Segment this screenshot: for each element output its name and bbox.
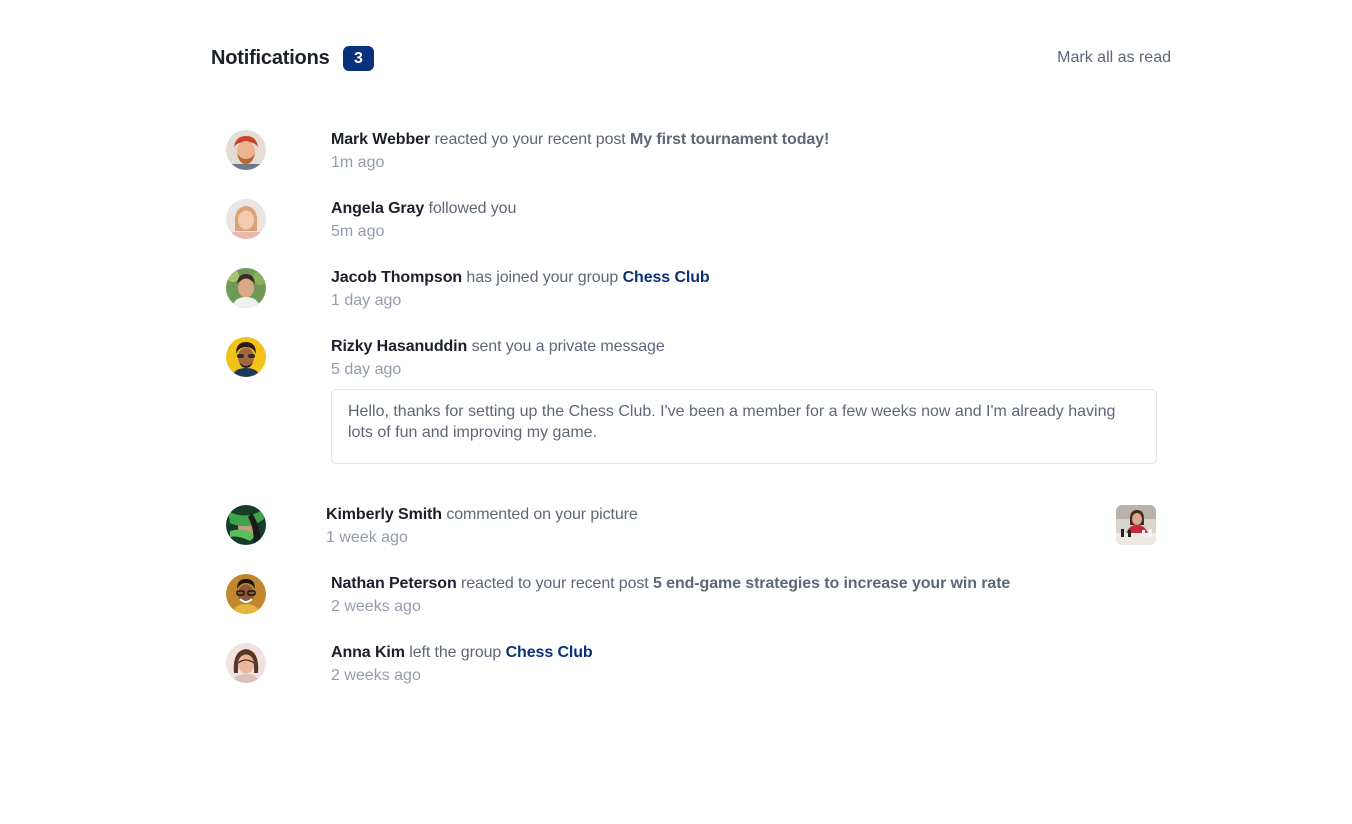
action-text: reacted yo your recent post xyxy=(434,131,626,148)
chess-picture-icon xyxy=(1116,505,1156,545)
user-name-link[interactable]: Rizky Hasanuddin xyxy=(331,338,467,355)
notifications-header: Notifications 3 Mark all as read xyxy=(211,44,1171,74)
user-avatar-icon[interactable] xyxy=(226,268,266,308)
group-link[interactable]: Chess Club xyxy=(506,644,593,661)
post-link[interactable]: 5 end-game strategies to increase your w… xyxy=(653,575,1010,592)
user-name-link[interactable]: Anna Kim xyxy=(331,644,405,661)
private-message-preview[interactable]: Hello, thanks for setting up the Chess C… xyxy=(331,389,1157,464)
action-text: has joined your group xyxy=(466,269,619,286)
user-name-link[interactable]: Mark Webber xyxy=(331,131,430,148)
notification-text: Jacob Thompson has joined your group Che… xyxy=(331,269,710,287)
user-avatar-icon[interactable] xyxy=(226,130,266,170)
action-text: followed you xyxy=(428,200,517,217)
notification-text: Anna Kim left the group Chess Club xyxy=(331,644,593,662)
notification-item[interactable]: Mark Webber reacted yo your recent post … xyxy=(226,130,1156,172)
user-name-link[interactable]: Angela Gray xyxy=(331,200,424,217)
timestamp: 5m ago xyxy=(331,223,385,240)
post-link[interactable]: My first tournament today! xyxy=(630,131,829,148)
mark-all-read-button[interactable]: Mark all as read xyxy=(1057,49,1171,67)
notification-item[interactable]: Anna Kim left the group Chess Club 2 wee… xyxy=(226,643,1156,685)
action-text: sent you a private message xyxy=(471,338,665,355)
timestamp: 1 week ago xyxy=(326,529,408,546)
commented-picture-thumbnail[interactable] xyxy=(1116,505,1156,545)
notification-text: Rizky Hasanuddin sent you a private mess… xyxy=(331,338,665,356)
notification-text: Nathan Peterson reacted to your recent p… xyxy=(331,575,1010,593)
timestamp: 2 weeks ago xyxy=(331,667,421,684)
timestamp: 1 day ago xyxy=(331,292,402,309)
notification-text: Mark Webber reacted yo your recent post … xyxy=(331,131,829,149)
notification-item[interactable]: Angela Gray followed you 5m ago xyxy=(226,199,1156,241)
notification-item[interactable]: Jacob Thompson has joined your group Che… xyxy=(226,268,1156,310)
user-avatar-icon[interactable] xyxy=(226,574,266,614)
notification-item[interactable]: Rizky Hasanuddin sent you a private mess… xyxy=(226,337,1157,467)
notification-text: Angela Gray followed you xyxy=(331,200,516,218)
user-name-link[interactable]: Nathan Peterson xyxy=(331,575,457,592)
user-name-link[interactable]: Kimberly Smith xyxy=(326,506,442,523)
timestamp: 2 weeks ago xyxy=(331,598,421,615)
timestamp: 1m ago xyxy=(331,154,385,171)
user-name-link[interactable]: Jacob Thompson xyxy=(331,269,462,286)
action-text: left the group xyxy=(409,644,502,661)
user-avatar-icon[interactable] xyxy=(226,337,266,377)
group-link[interactable]: Chess Club xyxy=(623,269,710,286)
action-text: commented on your picture xyxy=(446,506,638,523)
notifications-page: Notifications 3 Mark all as read Mark We… xyxy=(0,0,1352,824)
notification-item[interactable]: Kimberly Smith commented on your picture… xyxy=(226,505,1156,547)
unread-count-badge: 3 xyxy=(343,46,374,71)
user-avatar-icon[interactable] xyxy=(226,199,266,239)
page-title: Notifications xyxy=(211,47,330,69)
timestamp: 5 day ago xyxy=(331,361,402,378)
user-avatar-icon[interactable] xyxy=(226,505,266,545)
notification-text: Kimberly Smith commented on your picture xyxy=(326,506,638,524)
user-avatar-icon[interactable] xyxy=(226,643,266,683)
notification-item[interactable]: Nathan Peterson reacted to your recent p… xyxy=(226,574,1156,616)
action-text: reacted to your recent post xyxy=(461,575,649,592)
